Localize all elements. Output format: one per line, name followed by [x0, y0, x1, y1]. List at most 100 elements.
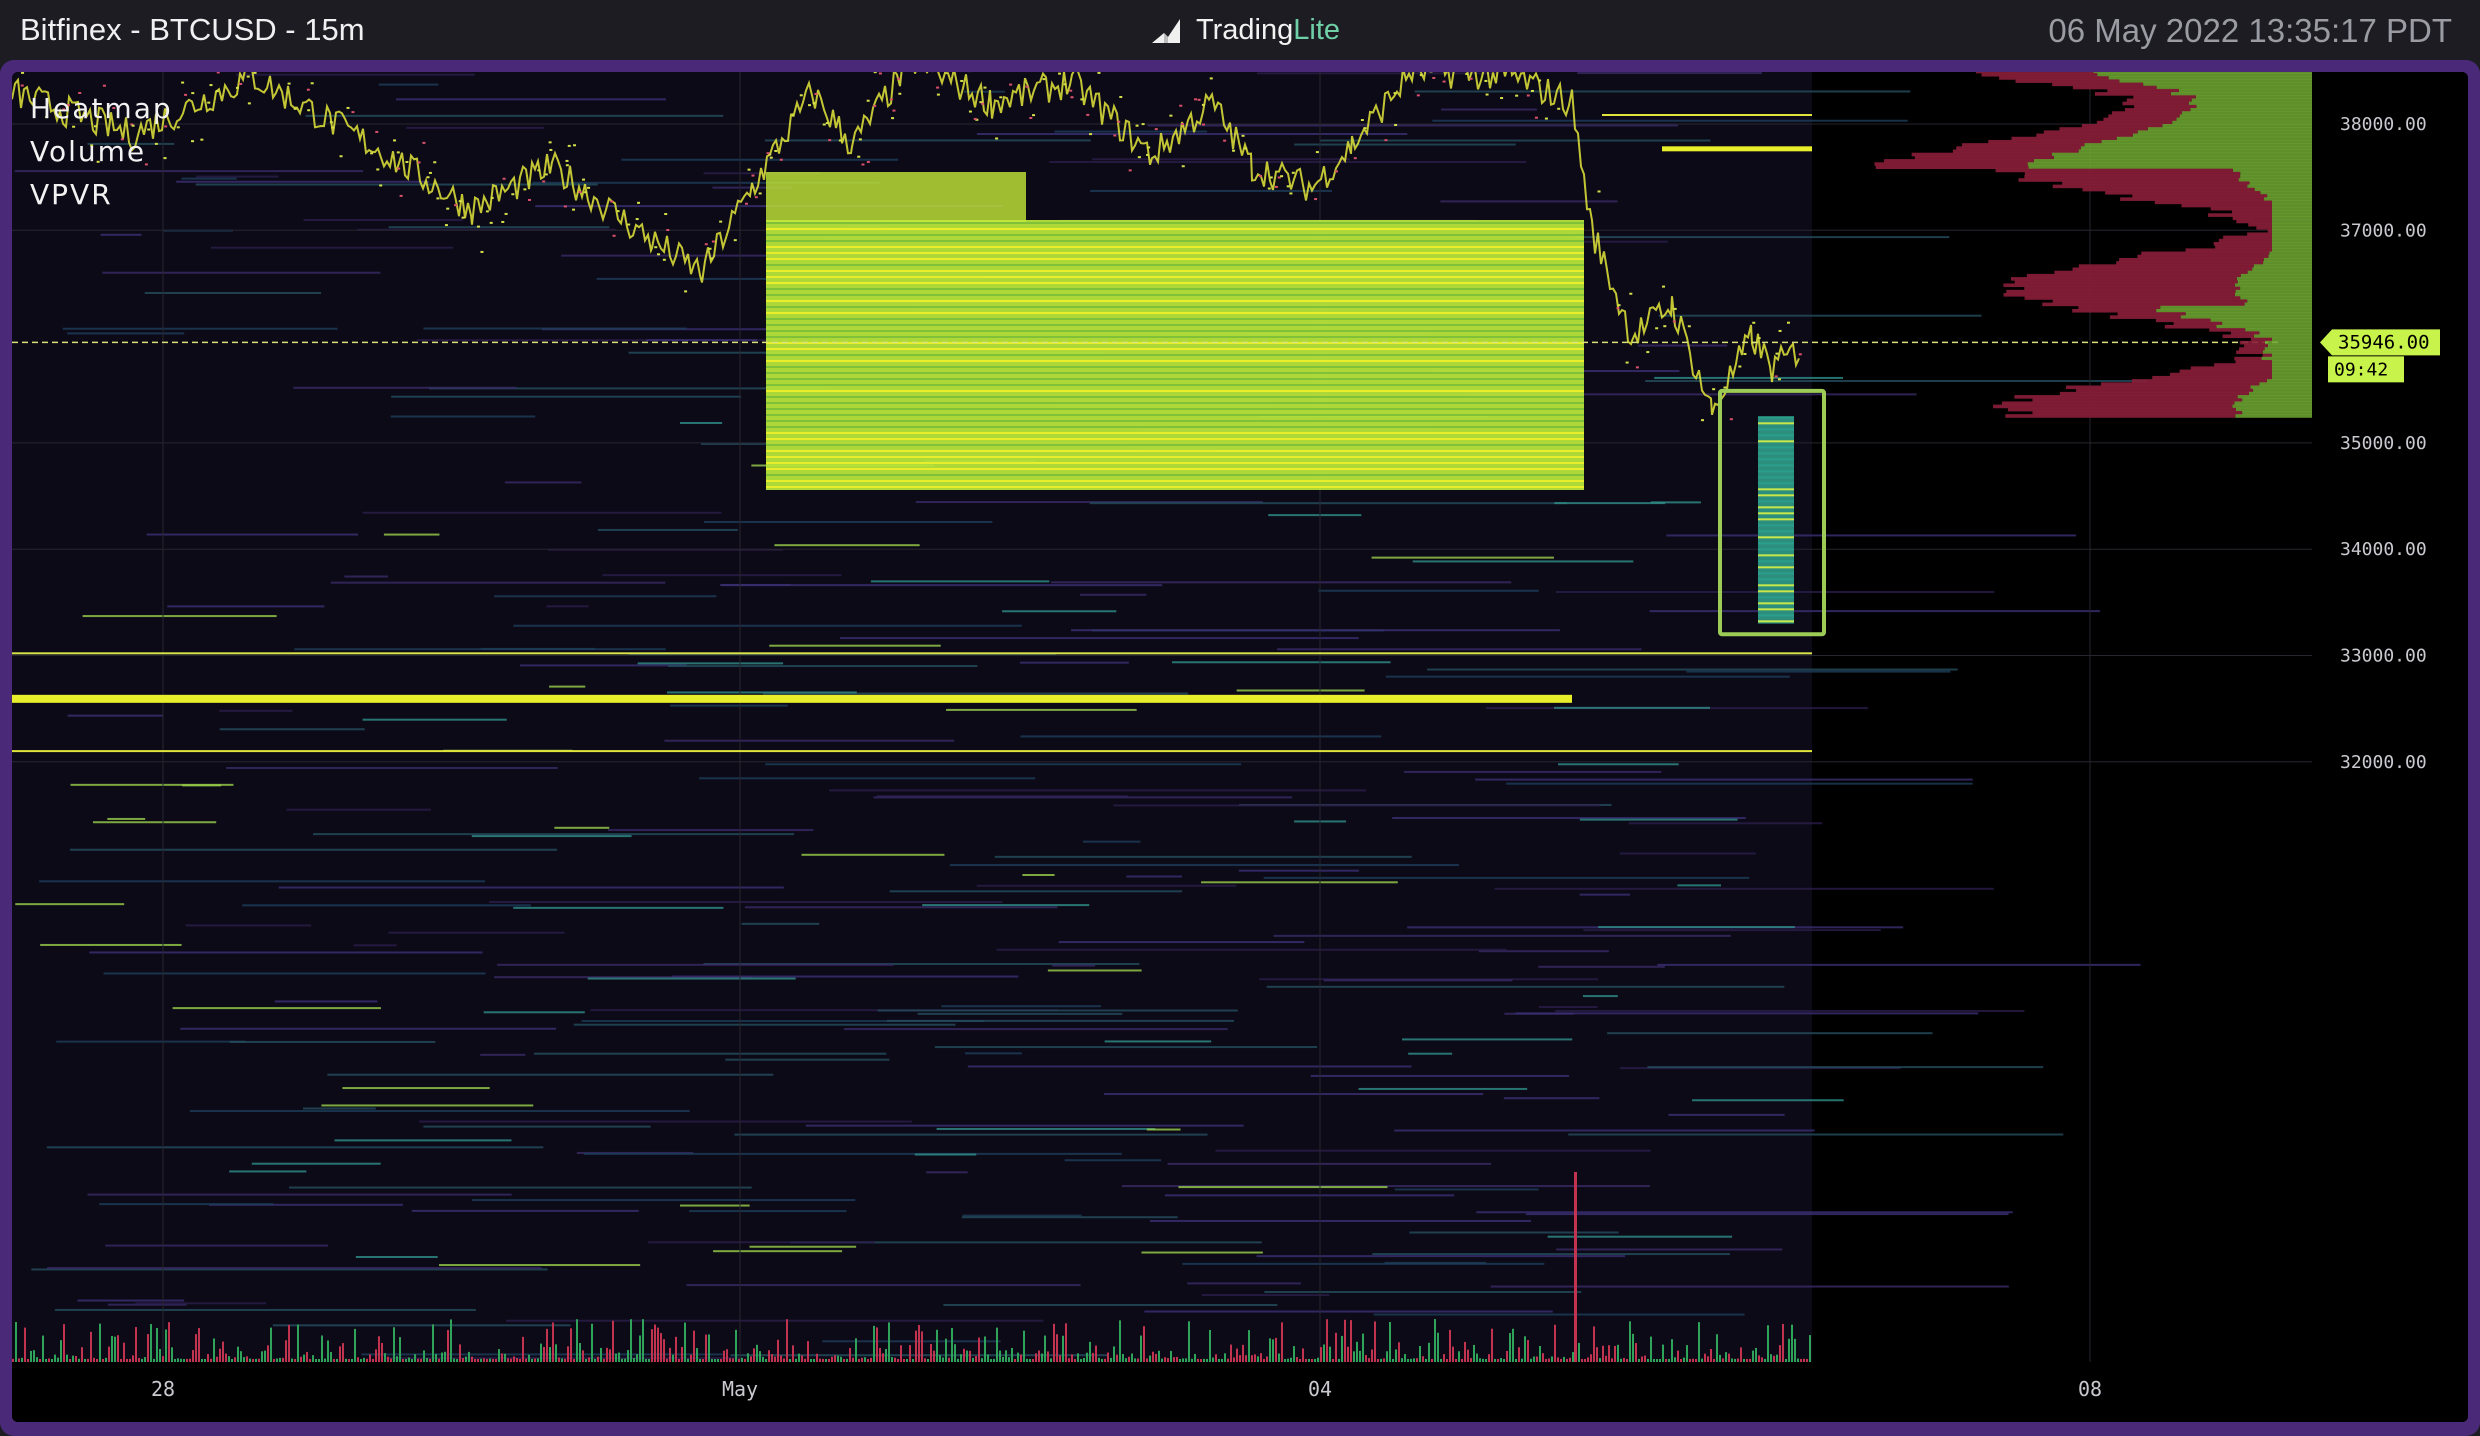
volume-bar	[1017, 1352, 1019, 1362]
heatmap-band	[734, 1133, 1208, 1136]
vpvr-sell-bar	[2112, 111, 2183, 115]
trade-dot	[822, 123, 826, 126]
vpvr-buy-bar	[2190, 108, 2312, 112]
volume-bar	[1521, 1358, 1523, 1362]
trade-dot	[1197, 98, 1201, 101]
volume-bar	[1245, 1355, 1247, 1362]
heatmap-canvas[interactable]: 38000.00 37000.00 35000.00 34000.00 33000.00…	[12, 72, 2468, 1422]
vpvr-sell-bar	[1956, 146, 2081, 150]
heatmap-band	[313, 833, 795, 836]
heatmap-band	[146, 533, 359, 536]
trade-dot	[995, 137, 999, 140]
volume-bar	[954, 1344, 956, 1362]
heatmap-band	[1582, 995, 1618, 998]
volume-bar	[1065, 1323, 1067, 1362]
layer-vpvr[interactable]: VPVR	[30, 178, 173, 211]
liquidity-line	[766, 234, 1584, 236]
vpvr-buy-bar	[2101, 139, 2312, 144]
bid-cluster-line	[1758, 458, 1794, 461]
volume-bar	[480, 1358, 482, 1362]
volume-bar	[759, 1351, 761, 1362]
bid-cluster-line	[1758, 602, 1794, 605]
heatmap-band	[962, 1214, 1082, 1217]
vpvr-buy-bar	[2210, 318, 2312, 323]
heatmap-band	[219, 709, 293, 712]
trade-dot	[1442, 80, 1446, 83]
bid-cluster-line	[1758, 524, 1794, 527]
vpvr-sell-bar	[2005, 414, 2236, 418]
volume-bar	[702, 1358, 704, 1362]
trade-dot	[191, 92, 195, 95]
vpvr-buy-bar	[2264, 197, 2312, 201]
heatmap-band	[102, 271, 381, 274]
volume-bar	[681, 1346, 683, 1362]
volume-bar	[657, 1327, 659, 1362]
trade-dot	[502, 177, 506, 180]
volume-bar	[1671, 1339, 1673, 1362]
heatmap-band	[1373, 1313, 1745, 1316]
volume-bar	[861, 1357, 863, 1362]
vpvr-sell-bar	[2108, 114, 2180, 119]
trade-dot	[1752, 321, 1756, 324]
volume-bar	[1725, 1352, 1727, 1362]
volume-bar	[1200, 1358, 1202, 1362]
heatmap-band	[229, 1170, 307, 1173]
vpvr-buy-bar	[2240, 296, 2312, 300]
volume-bar	[882, 1353, 884, 1362]
trade-dot	[1672, 320, 1676, 323]
volume-bar	[228, 1356, 230, 1362]
volume-bar	[906, 1358, 908, 1362]
volume-bar	[1329, 1346, 1331, 1362]
volume-bar	[879, 1347, 881, 1362]
volume-bar	[888, 1322, 890, 1362]
trade-dot	[1032, 114, 1036, 117]
trade-dot	[1315, 151, 1319, 154]
vpvr-sell-bar	[2124, 108, 2191, 112]
volume-bar	[1314, 1358, 1316, 1362]
heatmap-chart[interactable]: 38000.00 37000.00 35000.00 34000.00 33000.00…	[12, 72, 2468, 1422]
bid-cluster-line	[1758, 578, 1794, 581]
volume-spike	[1574, 1172, 1577, 1362]
vpvr-buy-bar	[2178, 88, 2312, 93]
volume-bar	[1539, 1345, 1541, 1362]
trade-dot	[866, 160, 870, 163]
trade-dot	[616, 210, 620, 213]
trade-dot	[207, 101, 211, 104]
tradinglite-logo[interactable]: TradingLite	[1150, 12, 1340, 48]
liquidity-line	[766, 306, 1584, 308]
volume-bar	[1734, 1358, 1736, 1362]
bid-cluster-line	[1758, 518, 1794, 521]
volume-bar	[1311, 1358, 1313, 1362]
heatmap-band	[439, 1264, 641, 1267]
volume-bar	[951, 1327, 953, 1362]
vpvr-buy-bar	[2188, 101, 2312, 106]
vpvr-buy-bar	[2237, 395, 2312, 399]
heatmap-band	[744, 906, 1058, 909]
trade-dot	[209, 84, 213, 87]
volume-bar	[150, 1324, 152, 1362]
layer-heatmap[interactable]: Heatmap	[30, 92, 173, 125]
trade-dot	[458, 200, 462, 203]
heatmap-band	[1090, 189, 1332, 192]
volume-bar	[153, 1358, 155, 1362]
liquidity-line	[766, 246, 1584, 248]
volume-bar	[432, 1324, 434, 1362]
vpvr-sell-bar	[2239, 340, 2266, 345]
volume-bar	[1374, 1321, 1376, 1362]
vpvr-buy-bar	[2234, 401, 2312, 406]
volume-bar	[903, 1358, 905, 1362]
heatmap-band	[423, 327, 687, 330]
heatmap-band	[1372, 1253, 1730, 1256]
volume-bar	[492, 1358, 494, 1362]
trade-dot	[774, 149, 778, 152]
volume-bar	[1299, 1358, 1301, 1362]
trade-dot	[1646, 351, 1650, 354]
layer-volume[interactable]: Volume	[30, 135, 173, 168]
trade-dot	[892, 109, 896, 112]
trade-dot	[1244, 147, 1248, 150]
heatmap-band	[242, 904, 531, 907]
vpvr-sell-bar	[1995, 168, 2233, 173]
heatmap-band	[1490, 1285, 2009, 1288]
heatmap-band	[1294, 143, 1516, 146]
vpvr-sell-bar	[1911, 152, 2052, 157]
